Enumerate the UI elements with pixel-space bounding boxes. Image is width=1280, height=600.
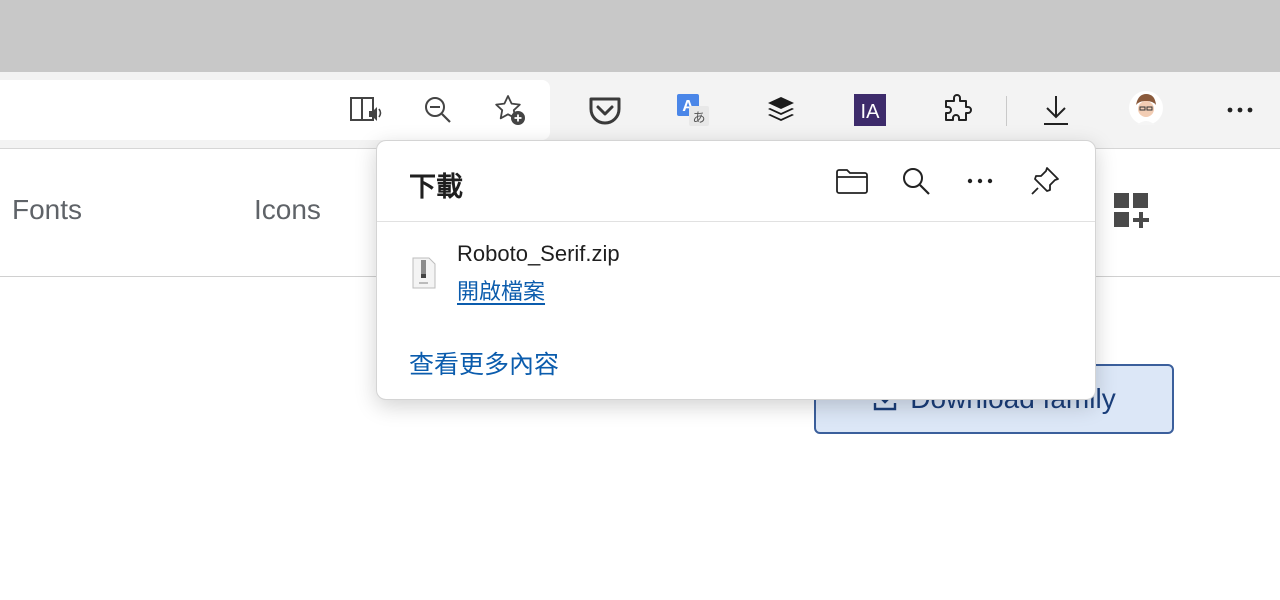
- address-bar[interactable]: [0, 80, 550, 140]
- extensions-icon[interactable]: [938, 90, 978, 130]
- toolbar-separator: [1006, 96, 1007, 126]
- open-file-link[interactable]: 開啟檔案: [457, 274, 545, 306]
- read-aloud-icon[interactable]: [346, 90, 386, 130]
- more-options-icon[interactable]: [960, 161, 1000, 201]
- window-titlebar: [0, 0, 1280, 72]
- buffer-icon[interactable]: [761, 90, 801, 130]
- translate-icon[interactable]: A あ: [673, 90, 713, 130]
- ia-writer-icon[interactable]: IA: [850, 90, 890, 130]
- pin-icon[interactable]: [1025, 161, 1065, 201]
- flyout-title: 下載: [409, 172, 463, 202]
- profile-avatar[interactable]: [1126, 88, 1166, 128]
- add-to-collection-icon[interactable]: [1112, 191, 1152, 231]
- search-icon[interactable]: [896, 161, 936, 201]
- browser-toolbar: A あ IA: [0, 72, 1280, 149]
- flyout-header: 下載: [377, 141, 1095, 222]
- nav-link-icons[interactable]: Icons: [254, 194, 321, 226]
- downloads-flyout: 下載 Roboto_Serif.zip 開啟檔案 查看更多內容: [376, 140, 1096, 400]
- zip-file-icon: [411, 257, 437, 289]
- zoom-out-icon[interactable]: [418, 90, 458, 130]
- add-favorite-icon[interactable]: [490, 90, 530, 130]
- ia-writer-label: IA: [861, 101, 881, 123]
- nav-link-fonts[interactable]: Fonts: [12, 194, 82, 226]
- download-file-name: Roboto_Serif.zip: [457, 241, 620, 266]
- more-icon[interactable]: [1220, 90, 1260, 130]
- pocket-icon[interactable]: [585, 90, 625, 130]
- downloads-icon[interactable]: [1036, 90, 1076, 130]
- svg-text:あ: あ: [692, 111, 705, 126]
- open-folder-icon[interactable]: [832, 161, 872, 201]
- see-more-link[interactable]: 查看更多內容: [409, 345, 559, 381]
